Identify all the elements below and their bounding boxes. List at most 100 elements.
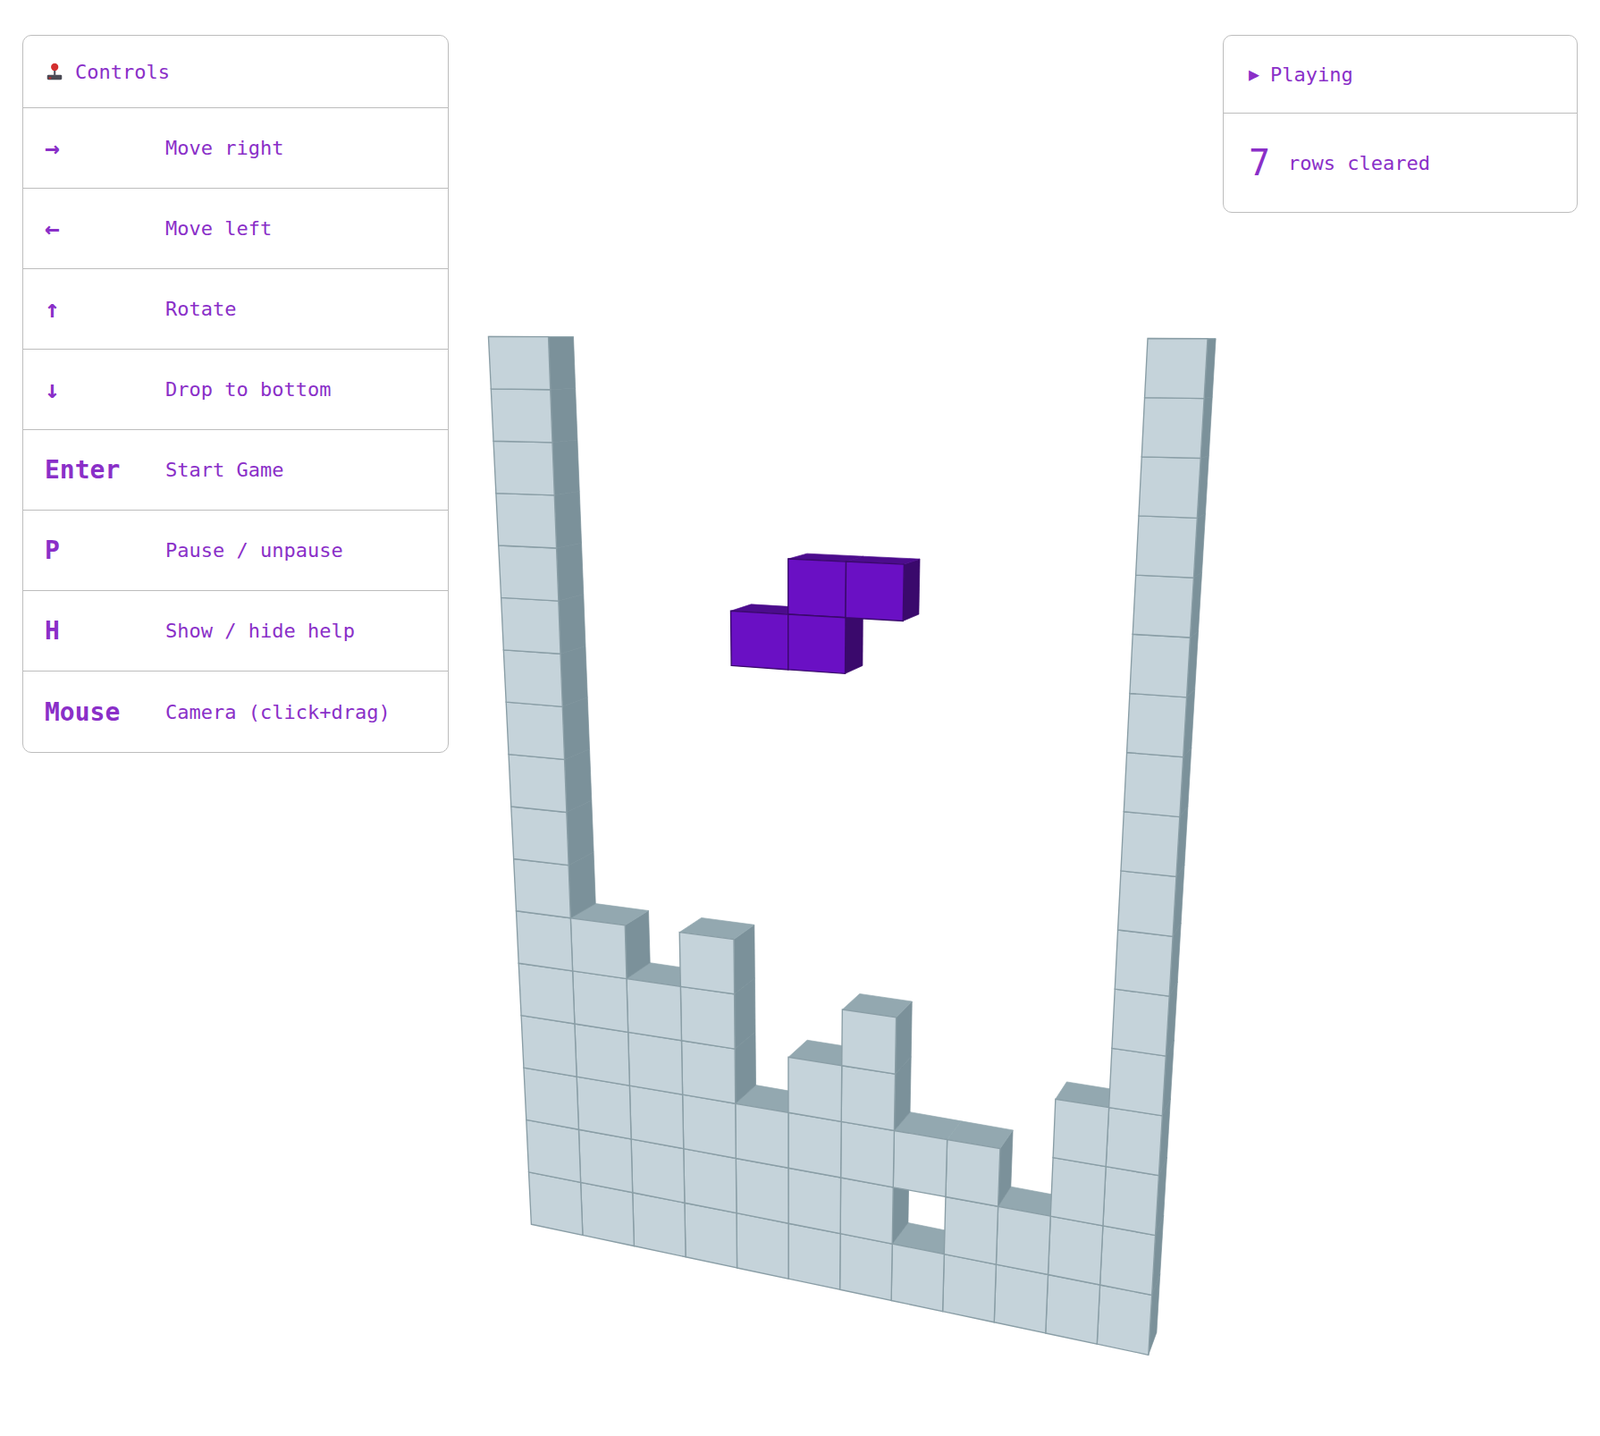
block: [1105, 1107, 1163, 1176]
block: [788, 1111, 842, 1178]
block: [511, 806, 569, 866]
block: [576, 1076, 632, 1139]
piece-block: [788, 558, 847, 618]
block: [1045, 1273, 1101, 1344]
controls-title: Controls: [75, 60, 170, 84]
block: [891, 1243, 944, 1311]
block-side: [556, 542, 584, 601]
block: [736, 1212, 789, 1279]
block: [515, 910, 573, 971]
block: [943, 1254, 997, 1323]
block: [1141, 397, 1205, 459]
control-label: Drop to bottom: [165, 378, 331, 401]
block-side: [560, 645, 588, 707]
piece-block: [788, 614, 846, 674]
block: [1103, 1166, 1160, 1236]
block: [1096, 1284, 1152, 1355]
block: [1118, 870, 1177, 936]
block: [993, 1263, 1048, 1333]
control-key: ↑: [44, 294, 166, 324]
block: [631, 1138, 685, 1203]
block: [523, 1067, 580, 1129]
control-key: Enter: [44, 454, 166, 485]
block: [1048, 1215, 1104, 1285]
rows-cleared: 7rows cleared: [1223, 113, 1577, 212]
block: [1100, 1225, 1156, 1296]
block-side: [845, 610, 864, 674]
block: [496, 493, 557, 548]
block: [1138, 456, 1201, 518]
control-key: H: [44, 615, 166, 646]
block: [892, 1129, 947, 1196]
game-board[interactable]: [480, 326, 1221, 1367]
controls-panel: Controls→Move right←Move left↑Rotate↓Dro…: [22, 34, 449, 753]
block: [683, 1148, 737, 1213]
control-row: EnterStart Game: [23, 429, 448, 511]
control-row: MouseCamera (click+drag): [23, 671, 448, 752]
block: [995, 1205, 1051, 1274]
block: [505, 701, 565, 759]
block: [1052, 1098, 1110, 1166]
game-screen: Controls→Move right←Move left↑Rotate↓Dro…: [0, 0, 1600, 1436]
control-key: ←: [44, 213, 166, 244]
block: [1129, 633, 1191, 698]
block-side: [562, 697, 590, 759]
block: [513, 858, 572, 918]
block: [841, 1120, 895, 1187]
control-label: Show / hide help: [165, 619, 355, 642]
block: [493, 440, 555, 496]
block: [788, 1056, 843, 1121]
control-row: ↓Drop to bottom: [23, 349, 448, 430]
block: [735, 1103, 789, 1168]
controls-header: Controls: [23, 35, 448, 109]
block: [501, 597, 561, 654]
block: [840, 1233, 893, 1301]
block-side: [554, 491, 582, 548]
block: [842, 1009, 897, 1074]
control-label: Move left: [165, 217, 272, 240]
control-row: →Move right: [23, 108, 448, 189]
block: [1123, 752, 1183, 817]
control-label: Start Game: [165, 458, 284, 481]
block: [943, 1196, 998, 1265]
play-icon: ▶: [1248, 63, 1260, 85]
block: [1145, 337, 1208, 398]
block: [521, 1015, 577, 1077]
block-side: [552, 439, 580, 496]
block: [632, 1192, 686, 1257]
block: [682, 1094, 737, 1158]
block: [503, 649, 563, 707]
block: [570, 917, 627, 979]
block: [1120, 811, 1180, 877]
control-row: HShow / hide help: [23, 590, 448, 672]
block: [578, 1128, 632, 1193]
block: [490, 388, 553, 443]
control-key: →: [44, 133, 166, 163]
block: [626, 978, 683, 1041]
block: [1132, 574, 1194, 638]
block: [574, 1023, 631, 1086]
control-label: Pause / unpause: [165, 538, 344, 562]
block: [628, 1031, 683, 1095]
block: [680, 985, 735, 1049]
control-label: Rotate: [165, 297, 236, 320]
block: [841, 1065, 895, 1131]
block-side: [564, 749, 592, 813]
block: [1111, 988, 1170, 1056]
block: [1136, 515, 1198, 578]
block: [788, 1167, 842, 1233]
joystick-icon: [44, 61, 65, 82]
block: [572, 970, 629, 1032]
block: [1127, 692, 1188, 757]
play-state-text: Playing: [1270, 63, 1354, 86]
block: [498, 545, 559, 601]
control-row: ←Move left: [23, 188, 448, 270]
control-row: PPause / unpause: [23, 510, 448, 591]
rows-cleared-count: 7: [1248, 142, 1271, 184]
block-fronts: [488, 336, 1208, 1355]
block: [945, 1139, 1001, 1207]
control-key: Mouse: [44, 697, 166, 727]
block: [488, 336, 550, 389]
control-key: P: [44, 535, 166, 565]
block: [788, 1222, 841, 1289]
